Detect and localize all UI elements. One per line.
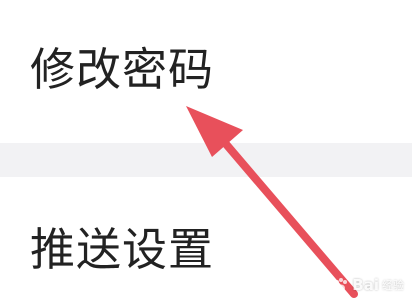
watermark: Bai 经验 — [333, 276, 404, 294]
paw-icon — [335, 278, 348, 292]
change-password-label: 修改密码 — [30, 43, 215, 96]
section-divider — [0, 143, 412, 177]
watermark-brand: Bai — [352, 276, 379, 294]
change-password-item[interactable]: 修改密码 — [0, 0, 412, 143]
watermark-suffix: 经验 — [382, 279, 404, 292]
settings-list: 修改密码 推送设置 — [0, 0, 412, 300]
push-settings-label: 推送设置 — [30, 223, 215, 276]
